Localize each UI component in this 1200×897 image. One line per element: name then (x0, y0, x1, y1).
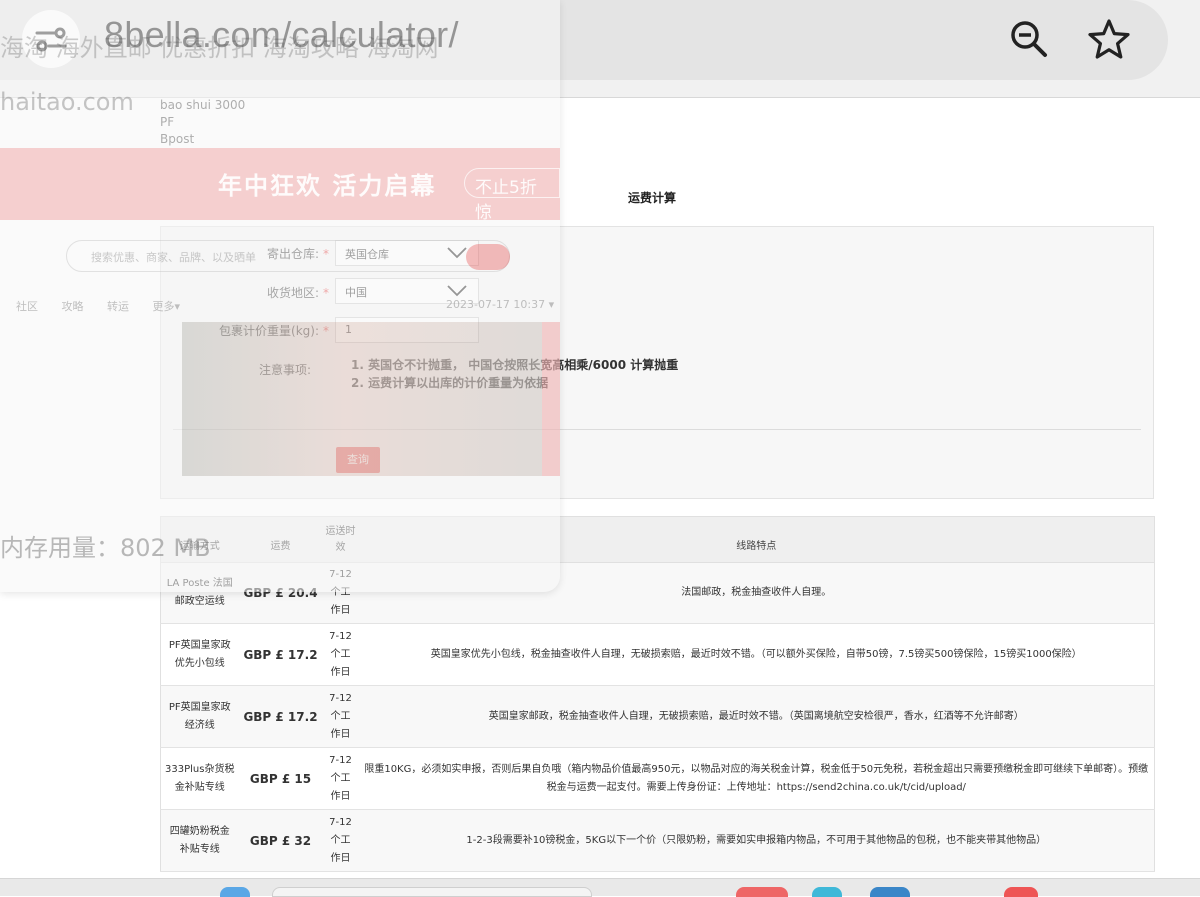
table-row[interactable]: 333Plus杂货税金补贴专线 GBP £ 15 7-12个工作日 限重10KG… (160, 747, 1155, 810)
required-star: * (323, 286, 329, 300)
column-header-price: 运费 (238, 516, 323, 563)
browser-toolbar: 8bella.com/calculator/ (0, 0, 1200, 98)
chevron-down-icon (447, 247, 467, 259)
row-method: LA Poste 法国邮政空运线 (160, 562, 239, 624)
weight-label: 包裹计价重量(kg): * (149, 322, 329, 339)
url-text[interactable]: 8bella.com/calculator/ (104, 14, 459, 56)
column-header-method: 运输方式 (160, 516, 239, 563)
taskbar-strip (0, 878, 1200, 897)
region-label-text: 收货地区: (266, 286, 319, 300)
tune-icon (35, 27, 67, 52)
row-method: PF英国皇家政经济线 (160, 685, 239, 748)
zoom-button[interactable] (1006, 16, 1052, 62)
table-row[interactable]: PF英国皇家政优先小包线 GBP £ 17.2 7-12个工作日 英国皇家优先小… (160, 623, 1155, 686)
calculator-form: 寄出仓库: * 英国仓库 收货地区: * 中国 包裹计价重量(kg): * 1 注意事… (160, 226, 1154, 499)
row-method: 333Plus杂货税金补贴专线 (160, 747, 239, 810)
site-info-button[interactable] (22, 10, 80, 68)
row-method: PF英国皇家政优先小包线 (160, 623, 239, 686)
top-links: bao shui 3000 PF Bpost (160, 97, 245, 148)
row-desc: 英国皇家优先小包线，税金抽查收件人自理，无破损索赔，最近时效不错。（可以额外买保… (358, 623, 1155, 686)
row-time: 7-12个工作日 (322, 562, 359, 624)
row-price: GBP £ 32 (238, 809, 323, 872)
region-select[interactable]: 中国 (335, 278, 479, 304)
row-time: 7-12个工作日 (322, 623, 359, 686)
row-time: 7-12个工作日 (322, 685, 359, 748)
form-divider (173, 429, 1141, 430)
query-button[interactable]: 查询 (336, 447, 380, 473)
table-row[interactable]: LA Poste 法国邮政空运线 GBP £ 20.4 7-12个工作日 法国邮… (160, 562, 1155, 624)
bookmark-button[interactable] (1084, 14, 1134, 64)
row-time: 7-12个工作日 (322, 747, 359, 810)
warehouse-select-value: 英国仓库 (345, 248, 389, 261)
column-header-time: 运送时效 (322, 516, 359, 563)
top-link-baoshui[interactable]: bao shui 3000 (160, 97, 245, 114)
row-desc: 限重10KG，必须如实申报，否则后果自负哦（箱内物品价值最高950元，以物品对应… (358, 747, 1155, 810)
note-item: 1. 英国仓不计抛重， 中国仓按照长宽高相乘/6000 计算抛重 (351, 358, 679, 372)
page-content: bao shui 3000 PF Bpost 运费计算 寄出仓库: * 英国仓库 … (0, 98, 1200, 896)
note-item: 2. 运费计算以出库的计价重量为依据 (351, 376, 549, 390)
warehouse-select[interactable]: 英国仓库 (335, 240, 479, 266)
region-select-value: 中国 (345, 286, 367, 299)
row-price: GBP £ 17.2 (238, 623, 323, 686)
zoom-out-icon (1011, 21, 1047, 57)
top-link-bpost[interactable]: Bpost (160, 131, 245, 148)
notes-label: 注意事项: (258, 363, 311, 377)
row-desc: 法国邮政，税金抽查收件人自理。 (358, 562, 1155, 624)
row-desc: 英国皇家邮政，税金抽查收件人自理，无破损索赔，最近时效不错。（英国离境航空安检很… (358, 685, 1155, 748)
notes-list: 1. 英国仓不计抛重， 中国仓按照长宽高相乘/6000 计算抛重 2. 运费计算… (351, 356, 678, 392)
weight-label-text: 包裹计价重量(kg): (219, 324, 319, 338)
warehouse-label-text: 寄出仓库: (266, 247, 319, 261)
row-price: GBP £ 17.2 (238, 685, 323, 748)
column-header-features: 线路特点 (358, 516, 1155, 563)
warehouse-label: 寄出仓库: * (149, 245, 329, 262)
required-star: * (323, 247, 329, 261)
row-price: GBP £ 15 (238, 747, 323, 810)
top-link-pf[interactable]: PF (160, 114, 245, 131)
row-method: 四罐奶粉税金补贴专线 (160, 809, 239, 872)
row-desc: 1-2-3段需要补10镑税金，5KG以下一个价（只限奶粉，需要如实申报箱内物品，… (358, 809, 1155, 872)
weight-input-value: 1 (345, 323, 352, 336)
table-row[interactable]: PF英国皇家政经济线 GBP £ 17.2 7-12个工作日 英国皇家邮政，税金… (160, 685, 1155, 748)
row-price: GBP £ 20.4 (238, 562, 323, 624)
weight-input[interactable]: 1 (335, 317, 479, 343)
table-header-row: 运输方式 运费 运送时效 线路特点 (160, 516, 1155, 563)
chevron-down-icon (447, 285, 467, 297)
shipping-table: 运输方式 运费 运送时效 线路特点 LA Poste 法国邮政空运线 GBP £… (160, 516, 1155, 872)
table-row[interactable]: 四罐奶粉税金补贴专线 GBP £ 32 7-12个工作日 1-2-3段需要补10… (160, 809, 1155, 872)
required-star: * (323, 324, 329, 338)
address-bar[interactable]: 8bella.com/calculator/ (0, 0, 1168, 80)
star-icon (1088, 19, 1130, 59)
row-time: 7-12个工作日 (322, 809, 359, 872)
region-label: 收货地区: * (149, 284, 329, 301)
calculator-title: 运费计算 (628, 191, 677, 205)
